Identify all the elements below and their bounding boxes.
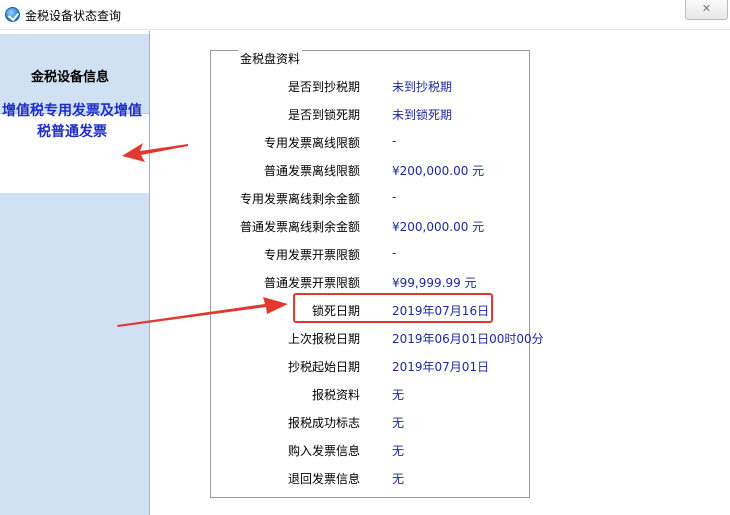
info-row: 退回发票信息 无 <box>210 470 530 490</box>
row-label: 专用发票离线限额 <box>263 136 360 150</box>
row-label: 抄税起始日期 <box>287 360 360 374</box>
info-row: 报税成功标志 无 <box>210 414 530 434</box>
close-button[interactable]: ✕ <box>685 0 728 20</box>
info-row: 是否到锁死期 未到锁死期 <box>210 106 530 126</box>
window-title: 金税设备状态查询 <box>25 9 122 23</box>
row-value: 2019年06月01日00时00分 <box>392 332 544 346</box>
row-value: 无 <box>392 472 405 486</box>
info-row: 专用发票离线限额 - <box>210 134 530 154</box>
sidebar-item-label: 金税设备信息 <box>30 70 109 85</box>
row-label: 专用发票离线剩余金额 <box>239 192 360 206</box>
info-row: 专用发票离线剩余金额 - <box>210 190 530 210</box>
row-label: 是否到抄税期 <box>287 80 360 94</box>
row-value: 无 <box>392 444 405 458</box>
row-value: ¥200,000.00 元 <box>392 220 485 234</box>
row-label: 退回发票信息 <box>287 472 360 486</box>
row-value: 未到抄税期 <box>392 80 453 94</box>
info-row: 普通发票离线限额 ¥200,000.00 元 <box>210 162 530 182</box>
row-label: 购入发票信息 <box>287 444 360 458</box>
info-row: 抄税起始日期 2019年07月01日 <box>210 358 530 378</box>
row-value: 2019年07月01日 <box>392 360 490 374</box>
info-row: 是否到抄税期 未到抄税期 <box>210 78 530 98</box>
row-label: 是否到锁死期 <box>287 108 360 122</box>
row-value: - <box>392 134 397 148</box>
info-row: 购入发票信息 无 <box>210 442 530 462</box>
row-label: 普通发票离线限额 <box>263 164 360 178</box>
row-value: 无 <box>392 416 405 430</box>
info-row: 报税资料 无 <box>210 386 530 406</box>
info-row: 上次报税日期 2019年06月01日00时00分 <box>210 330 544 350</box>
annotation-text: 增值税专用发票及增值税普通发票 <box>2 103 142 140</box>
row-value: ¥200,000.00 元 <box>392 164 485 178</box>
row-label: 普通发票开票限额 <box>263 276 360 290</box>
row-label: 报税成功标志 <box>287 416 360 430</box>
group-title: 金税盘资料 <box>238 50 303 67</box>
row-value: - <box>392 246 397 260</box>
info-row: 普通发票开票限额 ¥99,999.99 元 <box>210 274 530 294</box>
row-value: - <box>392 190 397 204</box>
row-label: 报税资料 <box>311 388 360 402</box>
row-value: 未到锁死期 <box>392 108 453 122</box>
row-value: 无 <box>392 388 405 402</box>
info-row: 专用发票开票限额 - <box>210 246 530 266</box>
row-label: 专用发票开票限额 <box>263 248 360 262</box>
row-label: 普通发票离线剩余金额 <box>239 220 360 234</box>
info-row: 普通发票离线剩余金额 ¥200,000.00 元 <box>210 218 530 238</box>
sidebar-empty-area <box>0 193 149 515</box>
lock-date-highlight-box <box>293 293 493 323</box>
title-bar: 金税设备状态查询 ✕ <box>0 0 730 30</box>
row-label: 上次报税日期 <box>287 332 360 346</box>
row-value: ¥99,999.99 元 <box>392 276 477 290</box>
app-icon <box>5 7 20 22</box>
